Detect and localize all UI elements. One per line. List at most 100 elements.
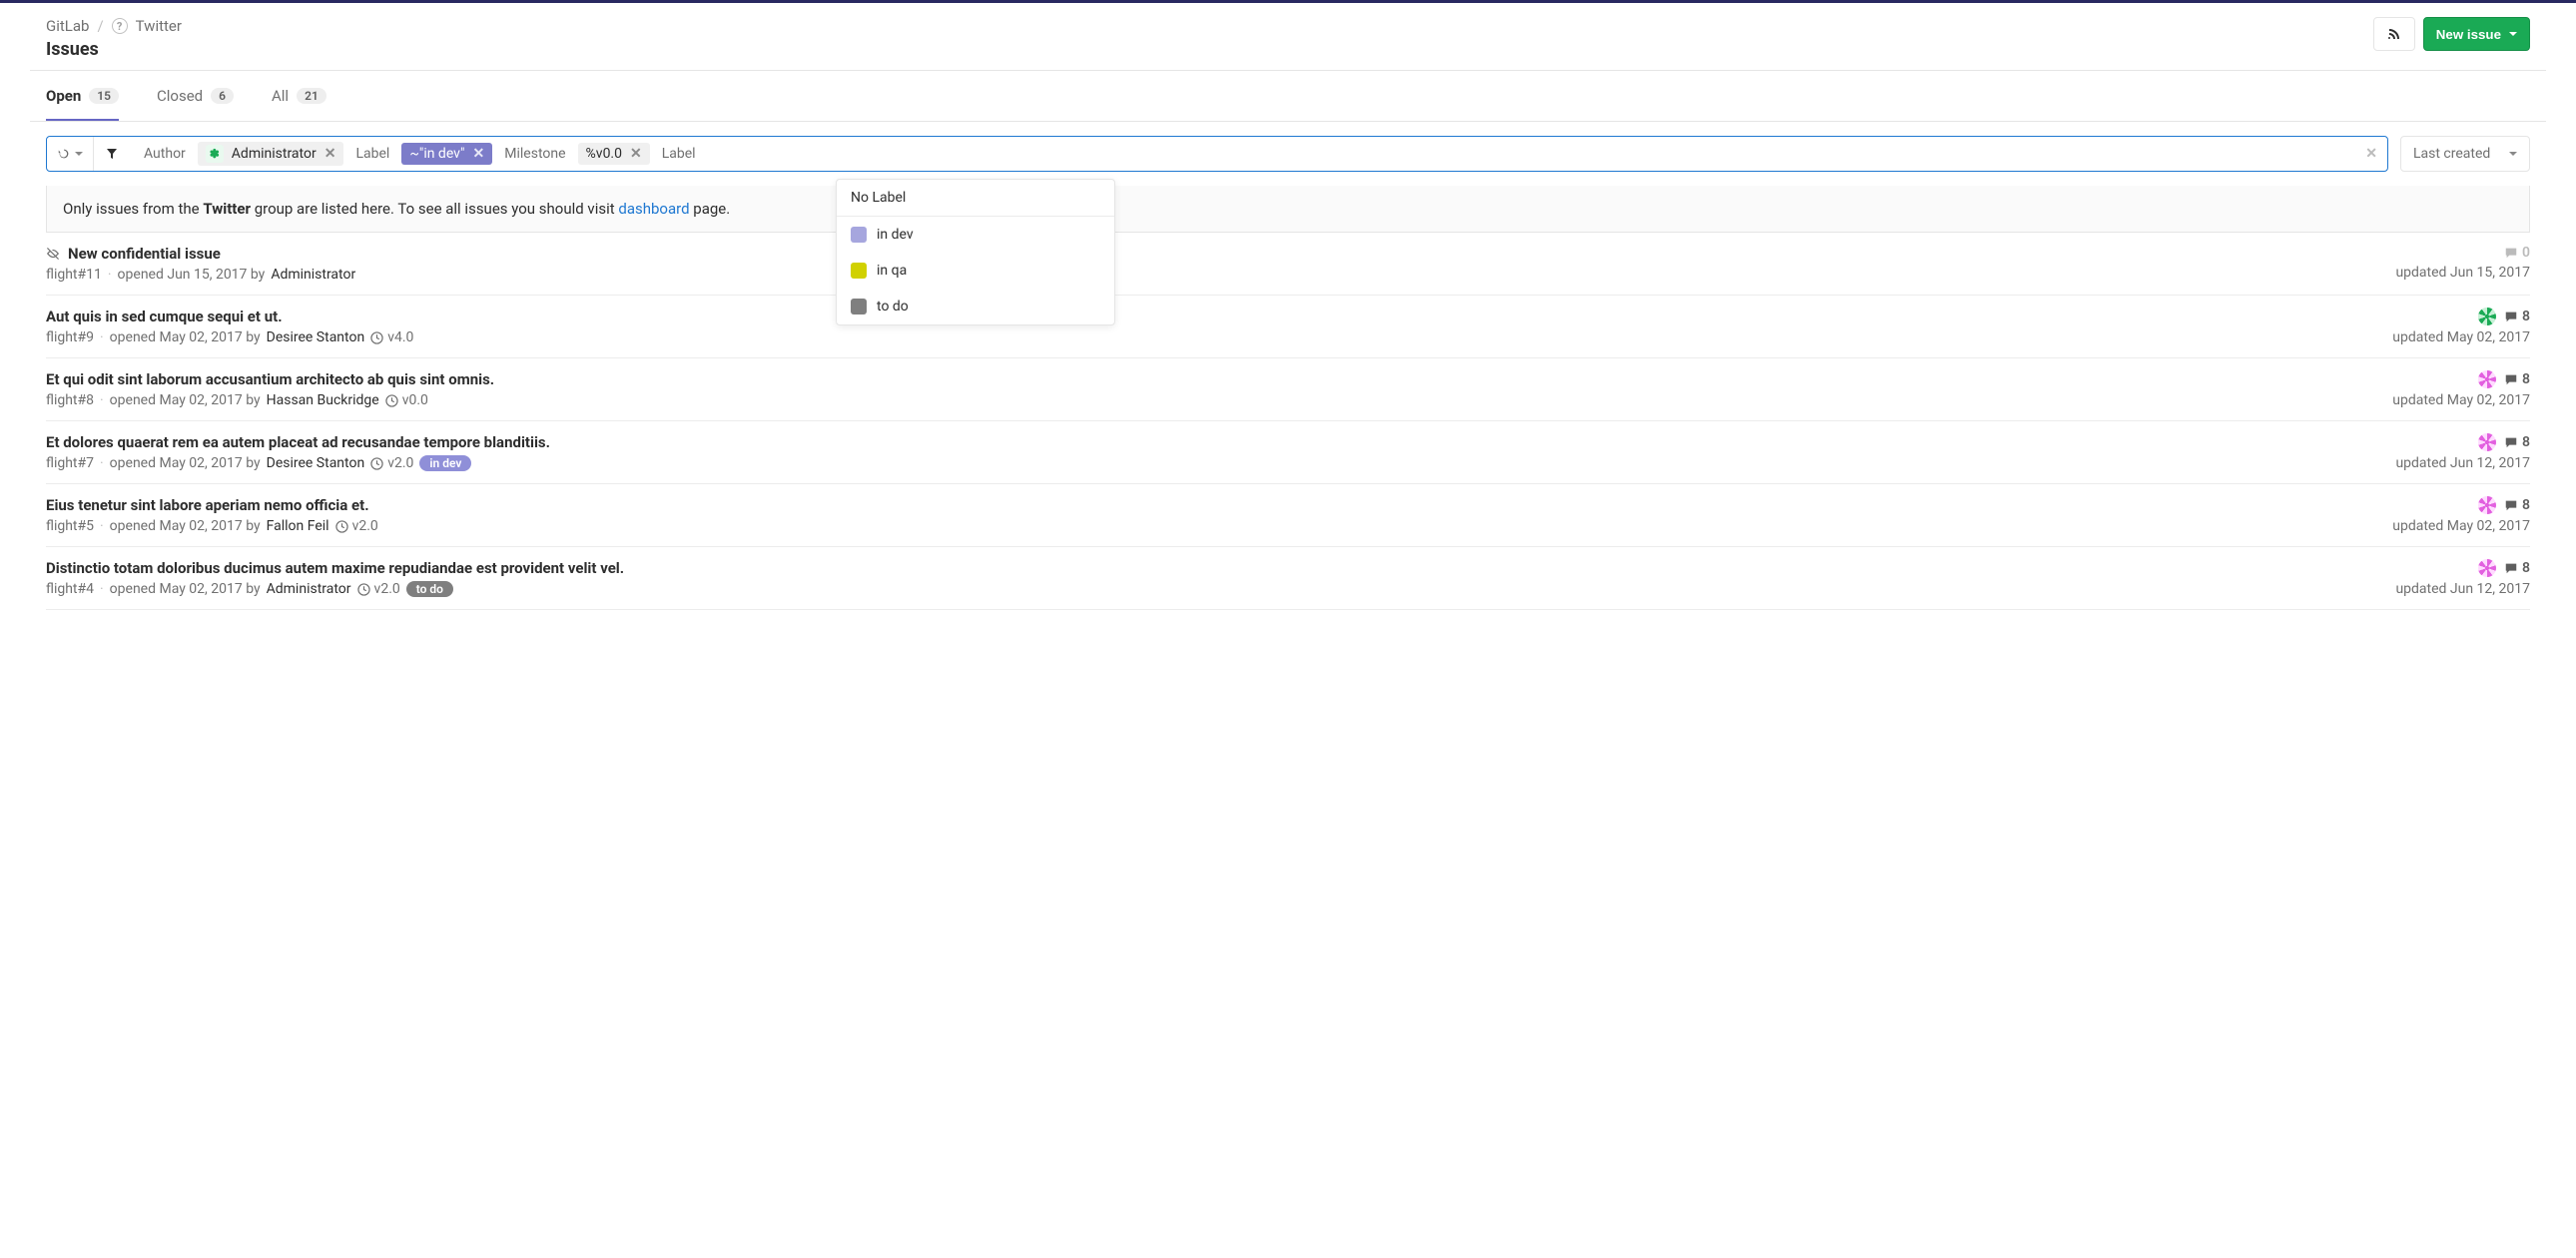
issue-right-icons: 8 xyxy=(2478,496,2530,514)
close-icon[interactable]: ✕ xyxy=(473,146,485,162)
issue-row: Eius tenetur sint labore aperiam nemo of… xyxy=(46,484,2530,547)
issue-title[interactable]: Eius tenetur sint labore aperiam nemo of… xyxy=(46,496,378,514)
assignee-avatar[interactable] xyxy=(2478,308,2496,325)
label-option[interactable]: to do xyxy=(837,289,1114,324)
chevron-down-icon xyxy=(75,152,83,156)
tab-closed[interactable]: Closed 6 xyxy=(157,87,234,121)
issue-title[interactable]: Distinctio totam doloribus ducimus autem… xyxy=(46,559,624,577)
clear-filter-button[interactable]: ✕ xyxy=(2365,146,2377,162)
banner-middle: group are listed here. To see all issues… xyxy=(251,200,618,218)
filter-milestone-label: Milestone xyxy=(500,146,569,162)
comments-count[interactable]: 8 xyxy=(2504,434,2530,450)
issue-title-text: Distinctio totam doloribus ducimus autem… xyxy=(46,559,624,577)
clock-icon xyxy=(357,583,370,596)
comments-count[interactable]: 8 xyxy=(2504,309,2530,324)
label-swatch xyxy=(851,299,867,314)
comments-count[interactable]: 8 xyxy=(2504,560,2530,576)
breadcrumb-root[interactable]: GitLab xyxy=(46,17,89,35)
new-issue-label: New issue xyxy=(2436,27,2501,42)
issue-author[interactable]: Desiree Stanton xyxy=(267,329,365,345)
filter-funnel[interactable] xyxy=(94,137,130,171)
issue-author[interactable]: Hassan Buckridge xyxy=(267,392,379,408)
issue-author[interactable]: Administrator xyxy=(271,267,355,283)
filter-milestone-chip[interactable]: %v0.0 ✕ xyxy=(578,143,650,165)
filter-milestone-value: %v0.0 xyxy=(586,146,622,162)
rss-button[interactable] xyxy=(2373,17,2415,51)
issue-title[interactable]: Aut quis in sed cumque sequi et ut. xyxy=(46,308,413,325)
page-title: Issues xyxy=(46,39,182,60)
issues-list: New confidential issueflight#11·opened J… xyxy=(46,233,2530,610)
issue-title[interactable]: New confidential issue xyxy=(46,245,355,263)
tab-open-label: Open xyxy=(46,87,81,105)
issue-milestone[interactable]: v4.0 xyxy=(370,329,413,345)
issue-title[interactable]: Et qui odit sint laborum accusantium arc… xyxy=(46,370,494,388)
filter-label2-label: Label xyxy=(658,146,700,162)
issue-ref[interactable]: flight#11 xyxy=(46,267,102,283)
filter-author-chip[interactable]: ✽ Administrator ✕ xyxy=(198,142,344,166)
close-icon[interactable]: ✕ xyxy=(324,146,336,162)
comments-count[interactable]: 8 xyxy=(2504,497,2530,513)
assignee-avatar[interactable] xyxy=(2478,559,2496,577)
filter-search[interactable]: Author ✽ Administrator ✕ Label ~"in dev"… xyxy=(46,136,2388,172)
issue-milestone[interactable]: v2.0 xyxy=(370,455,413,471)
banner-prefix: Only issues from the xyxy=(63,200,203,218)
breadcrumb-group[interactable]: Twitter xyxy=(136,17,182,35)
separator-dot: · xyxy=(100,392,104,408)
assignee-avatar[interactable] xyxy=(2478,433,2496,451)
confidential-icon xyxy=(46,247,60,261)
close-icon[interactable]: ✕ xyxy=(630,146,642,162)
issue-label-pill[interactable]: to do xyxy=(406,581,453,597)
comments-count[interactable]: 8 xyxy=(2504,371,2530,387)
filter-history-button[interactable] xyxy=(47,137,94,171)
issue-meta: flight#5·opened May 02, 2017 byFallon Fe… xyxy=(46,518,378,534)
issue-updated: updated May 02, 2017 xyxy=(2392,329,2530,345)
new-issue-button[interactable]: New issue xyxy=(2423,17,2530,51)
label-option[interactable]: in qa xyxy=(837,253,1114,289)
group-icon: ? xyxy=(112,18,128,34)
issue-ref[interactable]: flight#5 xyxy=(46,518,94,534)
tab-closed-count: 6 xyxy=(211,88,234,104)
tab-all-label: All xyxy=(272,87,289,105)
funnel-icon xyxy=(106,148,118,160)
filter-label-label: Label xyxy=(351,146,393,162)
issue-title[interactable]: Et dolores quaerat rem ea autem placeat … xyxy=(46,433,550,451)
issue-ref[interactable]: flight#4 xyxy=(46,581,94,597)
issue-meta: flight#7·opened May 02, 2017 byDesiree S… xyxy=(46,455,550,471)
banner-dashboard-link[interactable]: dashboard xyxy=(618,200,689,218)
issue-author[interactable]: Administrator xyxy=(267,581,351,597)
issue-row: Et qui odit sint laborum accusantium arc… xyxy=(46,358,2530,421)
issue-milestone-text: v2.0 xyxy=(387,455,413,471)
separator-dot: · xyxy=(100,581,104,597)
label-swatch xyxy=(851,263,867,279)
comments-count[interactable]: 0 xyxy=(2504,245,2530,261)
issue-author[interactable]: Fallon Feil xyxy=(267,518,329,534)
filter-label-chip[interactable]: ~"in dev" ✕ xyxy=(401,143,492,165)
issue-milestone[interactable]: v2.0 xyxy=(335,518,378,534)
label-option-none-text: No Label xyxy=(851,190,906,206)
assignee-avatar[interactable] xyxy=(2478,370,2496,388)
issue-ref[interactable]: flight#8 xyxy=(46,392,94,408)
filter-author-label: Author xyxy=(140,146,190,162)
sort-dropdown[interactable]: Last created xyxy=(2400,136,2530,172)
issue-ref[interactable]: flight#9 xyxy=(46,329,94,345)
separator-dot: · xyxy=(100,455,104,471)
issue-milestone[interactable]: v2.0 xyxy=(357,581,400,597)
label-option-none[interactable]: No Label xyxy=(837,180,1114,216)
label-option-text: in dev xyxy=(877,227,914,243)
issue-author[interactable]: Desiree Stanton xyxy=(267,455,365,471)
issue-milestone-text: v2.0 xyxy=(352,518,378,534)
issue-milestone-text: v0.0 xyxy=(402,392,428,408)
header-row: GitLab / ? Twitter Issues New issue xyxy=(30,3,2546,71)
avatar-icon: ✽ xyxy=(206,145,224,163)
history-icon xyxy=(57,147,71,161)
tab-all[interactable]: All 21 xyxy=(272,87,326,121)
issue-milestone[interactable]: v0.0 xyxy=(385,392,428,408)
issue-label-pill[interactable]: in dev xyxy=(419,455,471,471)
issue-meta: flight#9·opened May 02, 2017 byDesiree S… xyxy=(46,329,413,345)
label-option[interactable]: in dev xyxy=(837,217,1114,253)
issue-ref[interactable]: flight#7 xyxy=(46,455,94,471)
tab-open[interactable]: Open 15 xyxy=(46,87,119,121)
comment-icon xyxy=(2504,498,2518,512)
assignee-avatar[interactable] xyxy=(2478,496,2496,514)
separator-dot: · xyxy=(100,518,104,534)
